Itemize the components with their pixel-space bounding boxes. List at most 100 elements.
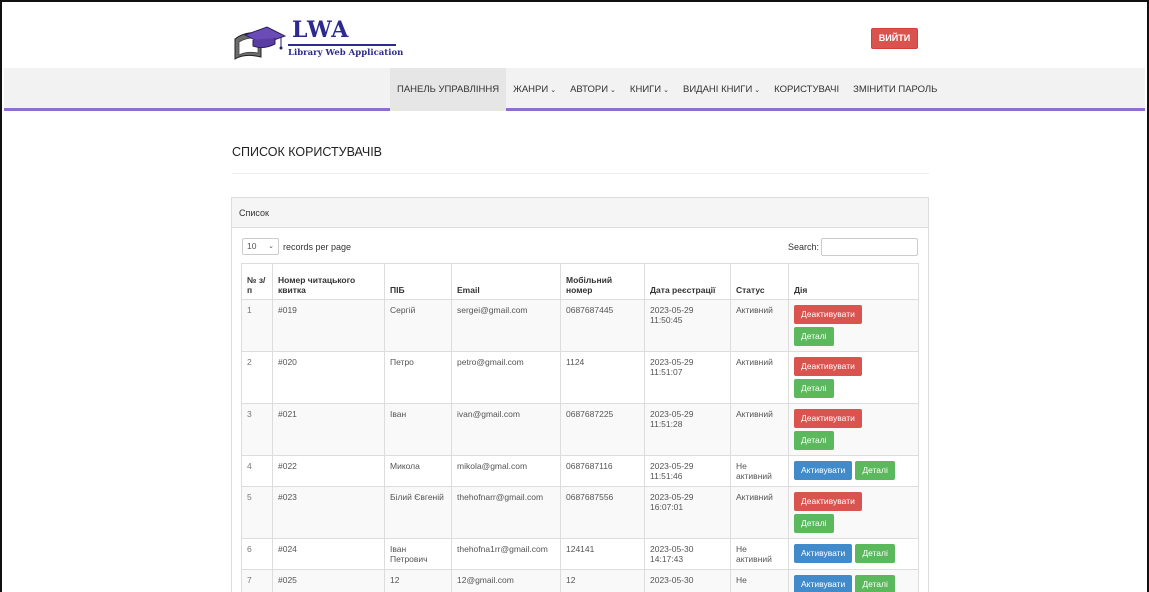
- cell-actions: Деактивувати Деталі: [788, 299, 919, 352]
- nav-item-4[interactable]: ВИДАНІ КНИГИ ⌄: [676, 68, 767, 111]
- cell-email: thehofna1rr@gmail.com: [451, 538, 561, 570]
- cell-number: 6: [241, 538, 273, 570]
- cell-actions: Активувати Деталі: [788, 538, 919, 570]
- cell-phone: 124141: [560, 538, 645, 570]
- details-button[interactable]: Деталі: [855, 461, 895, 480]
- table-row: 7 #025 12 12@gmail.com 12 2023-05-30 Не Активув…: [241, 569, 919, 592]
- cell-date: 2023-05-29 11:50:45: [644, 299, 731, 352]
- cell-email: 12@gmail.com: [451, 569, 561, 592]
- site-logo[interactable]: LWA Library Web Application: [231, 17, 403, 63]
- table-row: 3 #021 Іван ivan@gmail.com 0687687225 2023-05…: [241, 403, 919, 456]
- cell-status: Активний: [730, 403, 789, 456]
- table-row: 1 #019 Сергій sergei@gmail.com 0687687445 202…: [241, 299, 919, 352]
- cell-name: Петро: [384, 351, 452, 404]
- details-button[interactable]: Деталі: [855, 575, 895, 592]
- browser-frame: LWA Library Web Application ВИЙТИ ПАНЕЛЬ…: [0, 0, 1149, 592]
- table-row: 5 #023 Білий Євгеній thehofnarr@gmail.com 06…: [241, 486, 919, 539]
- cell-actions: Деактивувати Деталі: [788, 403, 919, 456]
- nav-item-0[interactable]: ПАНЕЛЬ УПРАВЛІННЯ: [390, 68, 507, 111]
- site-header: LWA Library Web Application ВИЙТИ: [4, 4, 1145, 66]
- chevron-down-icon: ⌄: [268, 243, 274, 250]
- cell-email: sergei@gmail.com: [451, 299, 561, 352]
- details-button[interactable]: Деталі: [794, 431, 834, 450]
- cell-phone: 0687687556: [560, 486, 645, 539]
- cell-actions: Активувати Деталі: [788, 455, 919, 487]
- nav-item-label: ВИДАНІ КНИГИ: [683, 84, 753, 95]
- cell-number: 1: [241, 299, 273, 352]
- deactivate-button[interactable]: Деактивувати: [794, 305, 862, 324]
- column-header-number[interactable]: № з/п: [241, 263, 273, 300]
- cell-card: #022: [272, 455, 385, 487]
- details-button[interactable]: Деталі: [794, 514, 834, 533]
- table-header-row: № з/п Номер читацького квитка ПІБ Email …: [241, 263, 919, 300]
- records-per-page-select[interactable]: 10 ⌄: [242, 238, 279, 255]
- table-search: Search:: [788, 238, 918, 256]
- column-header-email[interactable]: Email: [451, 263, 561, 300]
- column-header-card[interactable]: Номер читацького квитка: [272, 263, 385, 300]
- chevron-down-icon: ⌄: [550, 87, 557, 94]
- cell-phone: 12: [560, 569, 645, 592]
- column-header-date[interactable]: Дата реєстрації: [644, 263, 731, 300]
- cell-name: Сергій: [384, 299, 452, 352]
- cell-card: #020: [272, 351, 385, 404]
- panel-heading: Список: [232, 198, 928, 228]
- column-header-phone[interactable]: Мобільний номер: [560, 263, 645, 300]
- cell-number: 3: [241, 403, 273, 456]
- cell-status: Активний: [730, 351, 789, 404]
- title-divider: [232, 173, 929, 174]
- nav-item-label: КНИГИ: [629, 84, 662, 95]
- nav-item-6[interactable]: ЗМІНИТИ ПАРОЛЬ: [846, 68, 944, 111]
- cell-card: #023: [272, 486, 385, 539]
- nav-item-2[interactable]: АВТОРИ ⌄: [563, 68, 623, 111]
- column-header-name[interactable]: ПІБ: [384, 263, 452, 300]
- cell-card: #024: [272, 538, 385, 570]
- nav-item-1[interactable]: ЖАНРИ ⌄: [506, 68, 563, 111]
- details-button[interactable]: Деталі: [794, 327, 834, 346]
- records-per-page-label: records per page: [283, 241, 352, 252]
- cell-date: 2023-05-29 11:51:07: [644, 351, 731, 404]
- table-row: 4 #022 Микола mikola@gmal.com 0687687116 2023…: [241, 455, 919, 487]
- nav-item-label: АВТОРИ: [570, 84, 609, 95]
- users-table: № з/п Номер читацького квитка ПІБ Email …: [241, 263, 919, 592]
- deactivate-button[interactable]: Деактивувати: [794, 357, 862, 376]
- logo-divider: [288, 44, 396, 46]
- details-button[interactable]: Деталі: [855, 544, 895, 563]
- cell-phone: 1124: [560, 351, 645, 404]
- nav-item-3[interactable]: КНИГИ ⌄: [623, 68, 676, 111]
- deactivate-button[interactable]: Деактивувати: [794, 409, 862, 428]
- chevron-down-icon: ⌄: [754, 87, 761, 94]
- cell-card: #021: [272, 403, 385, 456]
- activate-button[interactable]: Активувати: [794, 575, 853, 592]
- logo-title: LWA: [292, 17, 350, 43]
- search-input[interactable]: [821, 238, 918, 256]
- table-row: 6 #024 Іван Петрович thehofna1rr@gmail.com 1…: [241, 538, 919, 570]
- cell-email: thehofnarr@gmail.com: [451, 486, 561, 539]
- deactivate-button[interactable]: Деактивувати: [794, 492, 862, 511]
- cell-name: Іван: [384, 403, 452, 456]
- records-per-page: 10 ⌄ records per page: [242, 238, 351, 255]
- graduation-cap-icon: [234, 26, 286, 60]
- cell-date: 2023-05-29 11:51:46: [644, 455, 731, 487]
- nav-item-label: ПАНЕЛЬ УПРАВЛІННЯ: [397, 84, 500, 95]
- details-button[interactable]: Деталі: [794, 379, 834, 398]
- cell-number: 5: [241, 486, 273, 539]
- cell-number: 4: [241, 455, 273, 487]
- nav-item-5[interactable]: КОРИСТУВАЧІ: [767, 68, 846, 111]
- column-header-status[interactable]: Статус: [730, 263, 789, 300]
- cell-status: Активний: [730, 299, 789, 352]
- cell-phone: 0687687445: [560, 299, 645, 352]
- cell-date: 2023-05-30 14:17:43: [644, 538, 731, 570]
- nav-item-label: ЗМІНИТИ ПАРОЛЬ: [853, 84, 938, 95]
- chevron-down-icon: ⌄: [663, 87, 669, 94]
- search-label: Search:: [787, 242, 819, 252]
- column-header-action[interactable]: Дія: [788, 263, 919, 300]
- logout-button[interactable]: ВИЙТИ: [871, 28, 918, 49]
- activate-button[interactable]: Активувати: [794, 461, 853, 480]
- cell-status: Не активний: [730, 538, 789, 570]
- cell-phone: 0687687116: [560, 455, 645, 487]
- activate-button[interactable]: Активувати: [794, 544, 853, 563]
- records-per-page-value: 10: [247, 241, 257, 251]
- cell-status: Не: [730, 569, 789, 592]
- cell-name: 12: [384, 569, 452, 592]
- cell-date: 2023-05-29 16:07:01: [644, 486, 731, 539]
